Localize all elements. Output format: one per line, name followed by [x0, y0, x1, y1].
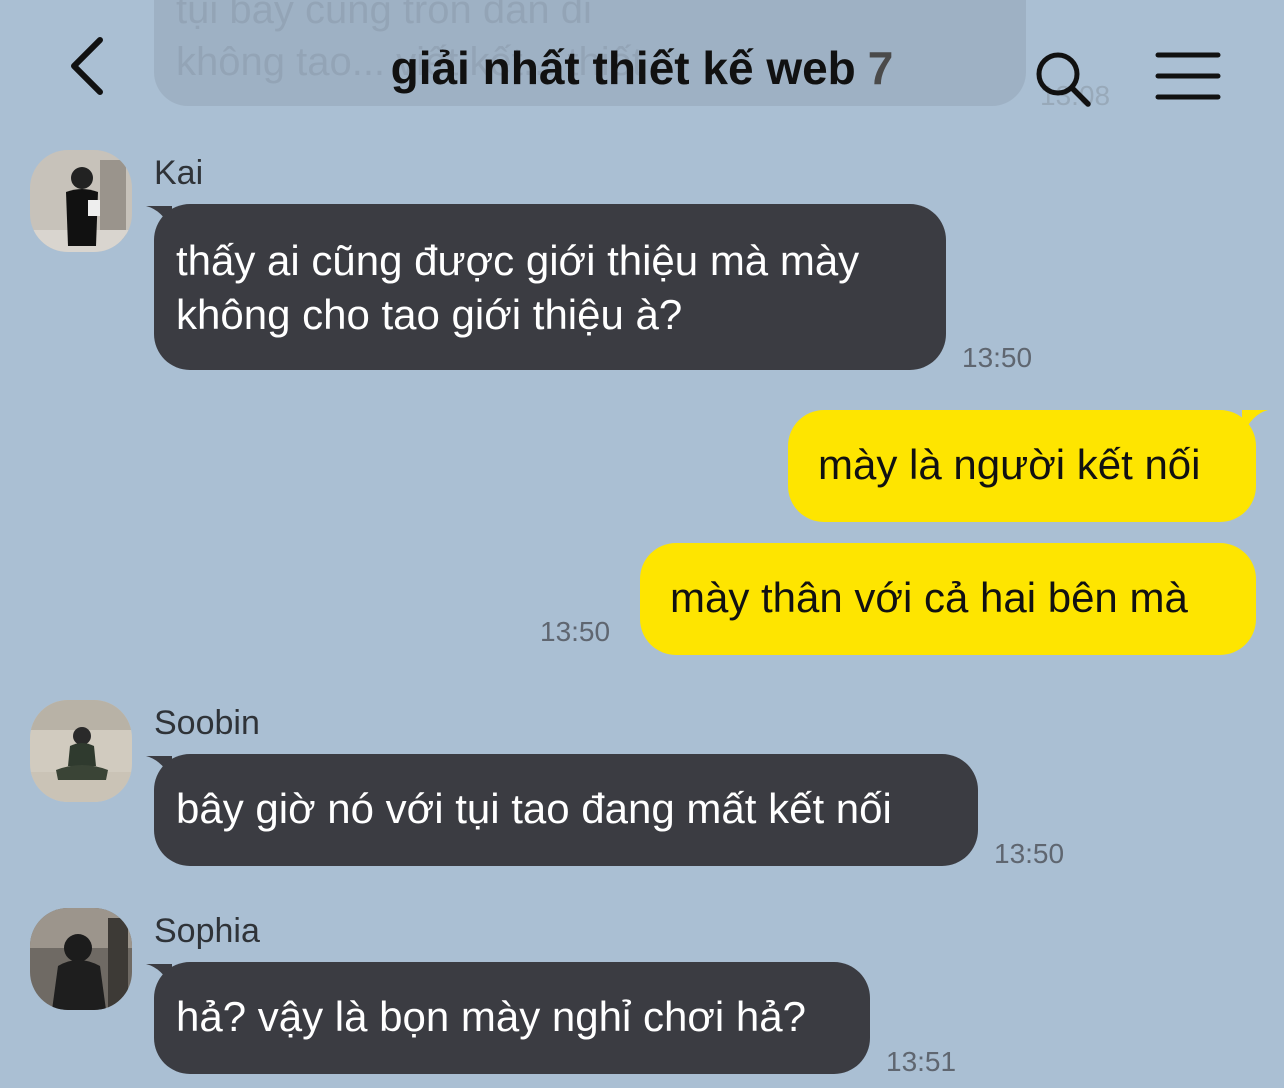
- message-time: 13:50: [962, 342, 1033, 373]
- message-bubble-sophia[interactable]: hả? vậy là bọn mày nghỉ chơi hả?: [154, 962, 870, 1074]
- chat-room-name: giải nhất thiết kế web: [390, 42, 856, 94]
- avatar-soobin[interactable]: [30, 700, 132, 802]
- message-time: 13:51: [886, 1046, 957, 1077]
- message-time: 13:50: [994, 838, 1065, 869]
- message-text: mày là người kết nối: [818, 441, 1201, 488]
- message-text-line: thấy ai cũng được giới thiệu mà mày: [176, 237, 860, 284]
- sender-name-soobin: Soobin: [154, 704, 260, 742]
- menu-icon: [1155, 52, 1221, 100]
- sender-name-kai: Kai: [154, 154, 204, 192]
- search-icon: [1036, 52, 1091, 107]
- avatar-sophia[interactable]: [30, 908, 132, 1010]
- search-button[interactable]: [1032, 46, 1096, 110]
- chat-screen: tụi bây cũng trốn dần đi không tao... vi…: [0, 0, 1284, 1088]
- menu-button[interactable]: [1154, 50, 1224, 102]
- avatar-kai[interactable]: [30, 150, 132, 252]
- member-count: 7: [867, 42, 894, 94]
- message-bubble-kai[interactable]: thấy ai cũng được giới thiệu mà mày khôn…: [154, 204, 946, 370]
- chat-header: giải nhất thiết kế web 7: [0, 0, 1284, 130]
- message-text-line: không cho tao giới thiệu à?: [176, 291, 683, 338]
- message-text: hả? vậy là bọn mày nghỉ chơi hả?: [176, 993, 806, 1040]
- message-time: 13:50: [540, 616, 611, 647]
- message-text: bây giờ nó với tụi tao đang mất kết nối: [176, 785, 892, 832]
- outgoing-message-bubble[interactable]: mày là người kết nối: [788, 410, 1256, 522]
- sender-name-sophia: Sophia: [154, 912, 260, 950]
- message-text: mày thân với cả hai bên mà: [670, 574, 1188, 621]
- outgoing-message-bubble[interactable]: mày thân với cả hai bên mà: [640, 543, 1256, 655]
- message-bubble-soobin[interactable]: bây giờ nó với tụi tao đang mất kết nối: [154, 754, 978, 866]
